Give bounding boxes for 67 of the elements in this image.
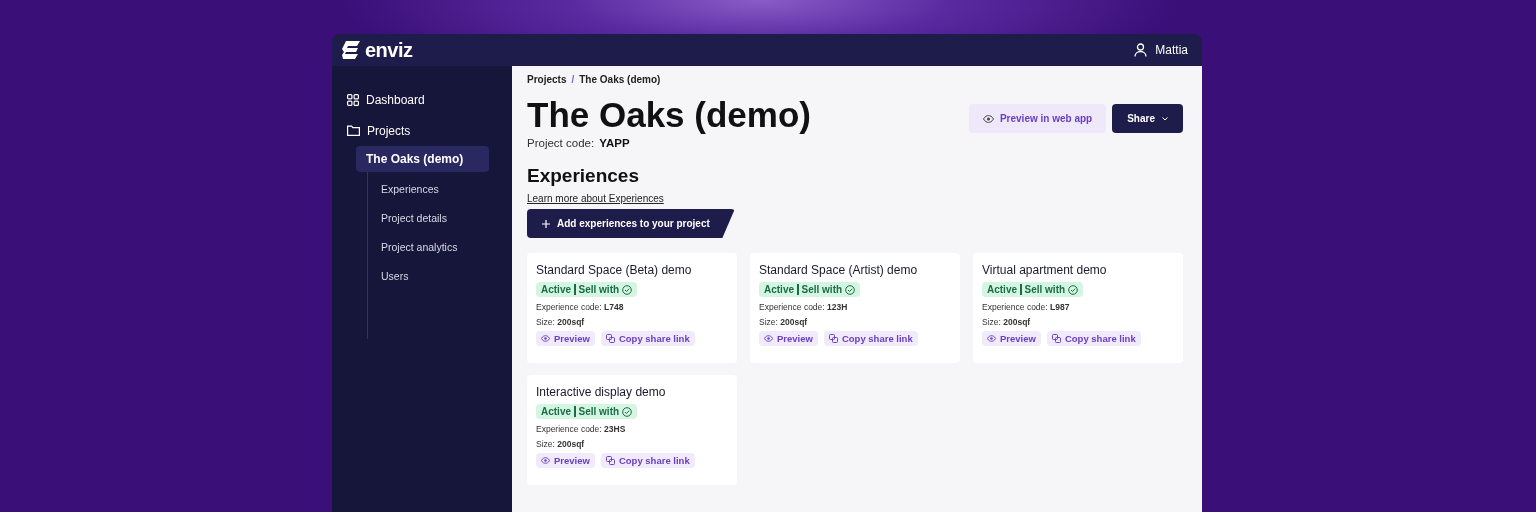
project-nav-item[interactable]: The Oaks (demo) [356,146,489,172]
breadcrumb-separator: / [571,74,575,85]
eye-icon [764,335,773,342]
experience-title: Standard Space (Artist) demo [759,263,919,277]
preview-link[interactable]: Preview [759,331,818,346]
folder-icon [347,125,360,136]
experience-title: Standard Space (Beta) demo [536,263,693,277]
copy-icon [605,456,615,465]
experience-title: Interactive display demo [536,385,667,399]
eye-icon [987,335,996,342]
preview-link[interactable]: Preview [982,331,1041,346]
user-icon [1134,43,1148,57]
chevron-down-icon [1162,116,1168,121]
breadcrumb-link[interactable]: Projects [527,74,567,85]
grid-icon [347,93,359,106]
experience-size: Size: 200sqf [536,439,586,449]
copy-icon [828,334,838,343]
copy-icon [1051,334,1061,343]
nav-item[interactable]: Projects [347,115,512,146]
project-code-label: Project code: [527,137,595,149]
copy-icon [605,334,615,343]
copy-link-button[interactable]: Copy share link [600,331,695,346]
eye-icon [982,114,994,123]
share-button[interactable]: Share [1112,104,1183,133]
breadcrumb-link[interactable]: The Oaks (demo) [579,74,661,85]
tag-text: Sell with [1024,284,1066,295]
status-text: Active [987,284,1017,295]
logo-icon [342,41,362,59]
copy-link-button[interactable]: Copy share link [600,453,695,468]
page-title: The Oaks (demo) [527,95,811,135]
preview-link[interactable]: Preview [536,453,595,468]
experience-code: Experience code: L748 [536,302,625,312]
add-experiences-button[interactable]: Add experiences to your project [527,209,735,238]
user-name[interactable]: Mattia [1155,43,1188,57]
experience-code: Experience code: L987 [982,302,1071,312]
section-title: Experiences [527,165,640,187]
experience-code: Experience code: 123H [759,302,849,312]
status-text: Active [764,284,794,295]
experience-code: Experience code: 23HS [536,424,627,434]
tag-text: Sell with [578,284,620,295]
experience-size: Size: 200sqf [759,317,809,327]
plus-icon [542,219,550,228]
logo-text: enviz [365,38,413,62]
check-circle-icon [622,284,633,295]
sub-nav-item[interactable]: Users [368,261,512,290]
check-circle-icon [1068,284,1079,295]
learn-more-link[interactable]: Learn more about Experiences [527,193,664,204]
tag-text: Sell with [578,406,620,417]
check-circle-icon [622,406,633,417]
check-circle-icon [845,284,856,295]
status-text: Active [541,406,571,417]
experience-size: Size: 200sqf [536,317,586,327]
experience-size: Size: 200sqf [982,317,1032,327]
copy-link-button[interactable]: Copy share link [1046,331,1141,346]
tag-text: Sell with [801,284,843,295]
nav-item[interactable]: Dashboard [347,84,512,115]
sub-nav-item[interactable]: Project analytics [368,232,512,261]
eye-icon [541,457,550,464]
status-text: Active [541,284,571,295]
project-code: YAPP [599,137,630,149]
preview-button[interactable]: Preview in web app [968,104,1107,133]
sub-nav-item[interactable]: Experiences [368,174,512,203]
sub-nav-item[interactable]: Project details [368,203,512,232]
copy-link-button[interactable]: Copy share link [823,331,918,346]
preview-link[interactable]: Preview [536,331,595,346]
eye-icon [541,335,550,342]
experience-title: Virtual apartment demo [982,263,1108,277]
